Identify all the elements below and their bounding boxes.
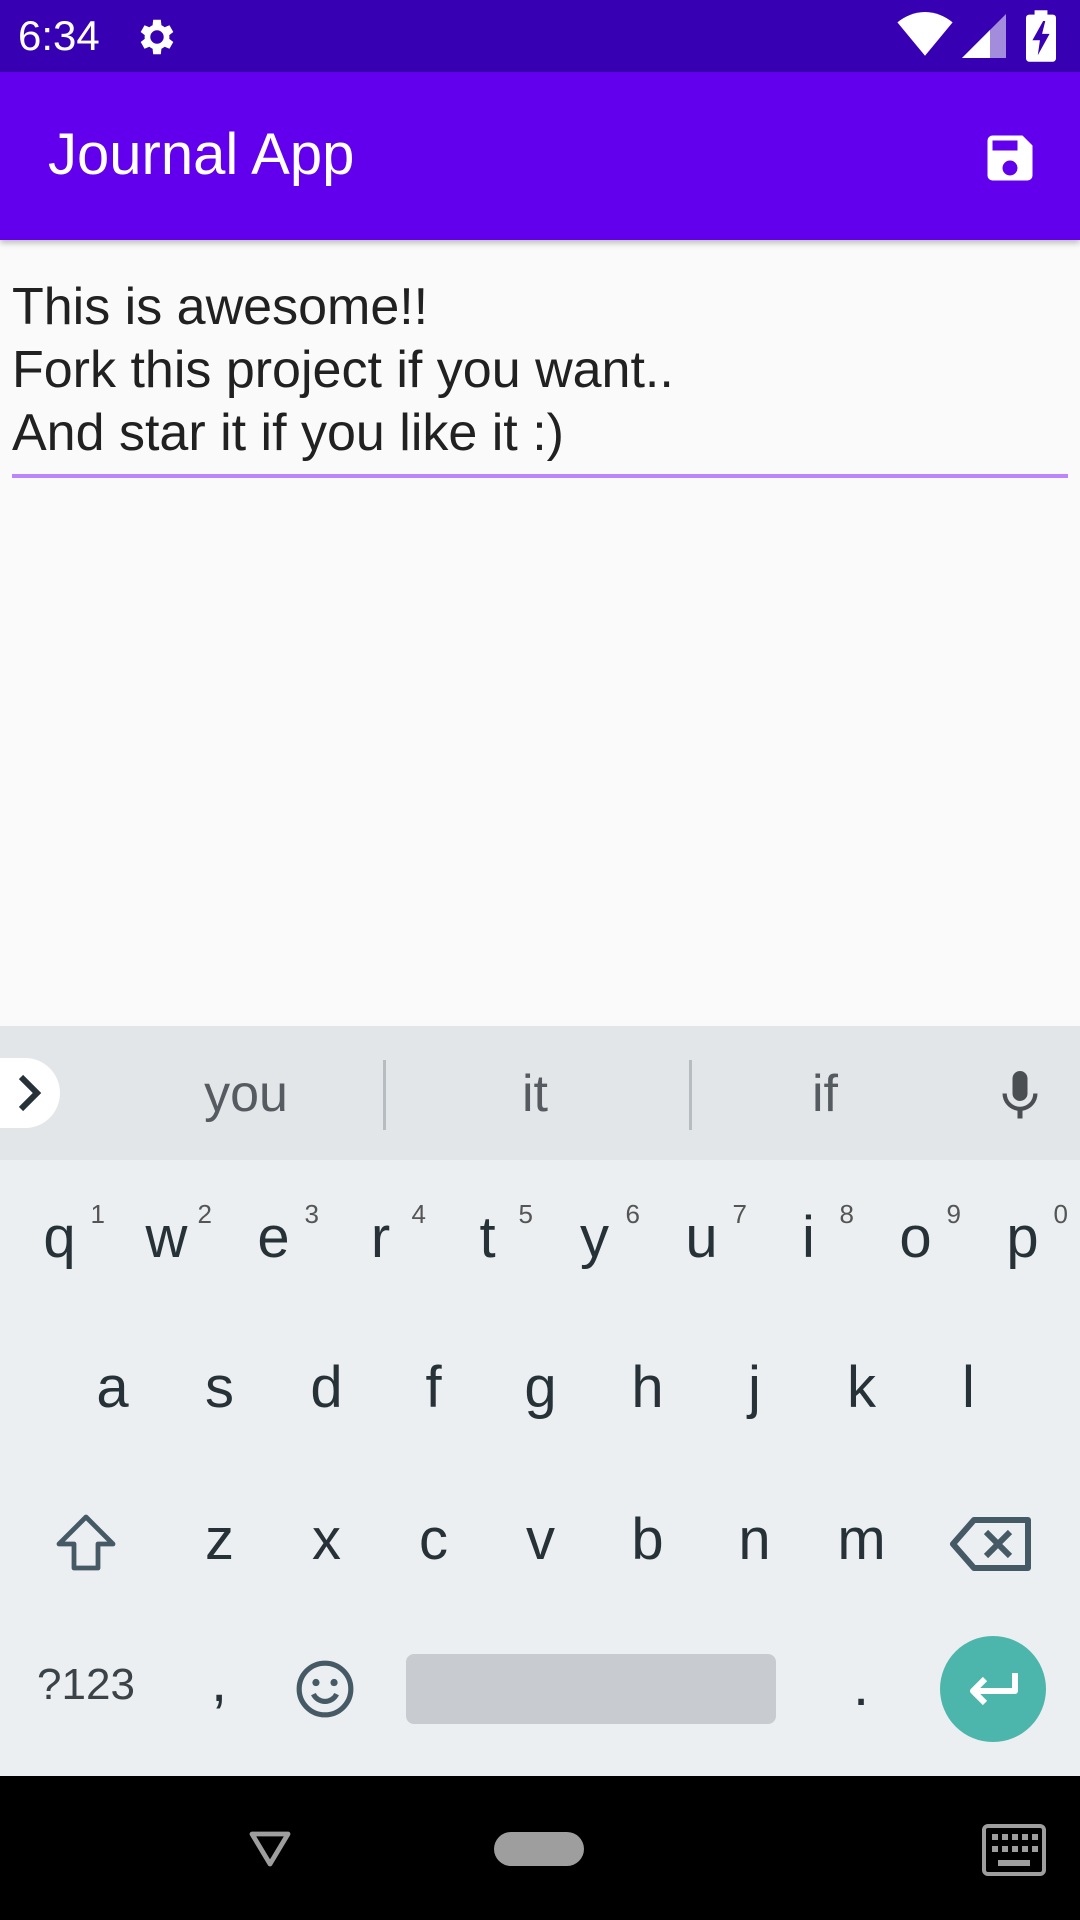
enter-icon <box>970 1673 1018 1706</box>
enter-button[interactable] <box>940 1636 1046 1742</box>
key-label: b <box>631 1507 664 1572</box>
suggestion-divider <box>383 1060 386 1130</box>
suggestion-bar: you it if <box>0 1026 1080 1160</box>
key-hint-number: 0 <box>1053 1199 1068 1229</box>
key-q[interactable]: q1 <box>6 1188 113 1288</box>
key-hint-number: 2 <box>197 1199 212 1229</box>
signal-icon <box>962 14 1006 58</box>
save-button[interactable] <box>970 118 1050 198</box>
status-time: 6:34 <box>18 12 100 59</box>
suggestion-1[interactable]: you <box>106 1064 386 1124</box>
key-c[interactable]: c <box>380 1490 487 1590</box>
comma-key[interactable]: , <box>196 1648 242 1715</box>
key-i[interactable]: i8 <box>755 1188 862 1288</box>
key-s[interactable]: s <box>166 1338 273 1438</box>
key-l[interactable]: l <box>915 1338 1022 1438</box>
key-v[interactable]: v <box>487 1490 594 1590</box>
key-label: f <box>425 1355 442 1420</box>
key-label: o <box>899 1205 932 1270</box>
key-hint-number: 6 <box>625 1199 640 1229</box>
key-u[interactable]: u7 <box>648 1188 755 1288</box>
key-label: k <box>847 1355 876 1420</box>
key-label: j <box>748 1355 761 1420</box>
period-key[interactable]: . <box>838 1652 884 1719</box>
key-hint-number: 1 <box>90 1199 105 1229</box>
key-hint-number: 5 <box>518 1199 533 1229</box>
journal-text-field[interactable]: This is awesome!! Fork this project if y… <box>12 276 1068 478</box>
battery-charging-icon <box>1026 10 1056 62</box>
key-label: i <box>802 1205 815 1270</box>
key-x[interactable]: x <box>273 1490 380 1590</box>
key-hint-number: 9 <box>946 1199 961 1229</box>
keyboard-switch-icon[interactable] <box>982 1824 1046 1876</box>
chevron-right-icon <box>18 1074 42 1112</box>
expand-toolbar-button[interactable] <box>0 1058 60 1128</box>
key-z[interactable]: z <box>166 1490 273 1590</box>
key-hint-number: 8 <box>839 1199 854 1229</box>
key-label: g <box>524 1355 557 1420</box>
key-label: d <box>310 1355 343 1420</box>
key-label: m <box>837 1507 886 1572</box>
key-label: v <box>526 1507 555 1572</box>
shift-icon[interactable] <box>50 1508 122 1580</box>
key-label: z <box>205 1507 234 1572</box>
key-m[interactable]: m <box>808 1490 915 1590</box>
key-label: p <box>1006 1205 1039 1270</box>
key-g[interactable]: g <box>487 1338 594 1438</box>
gear-icon <box>140 19 174 55</box>
key-label: q <box>43 1205 76 1270</box>
key-label: s <box>205 1355 234 1420</box>
key-label: x <box>312 1507 341 1572</box>
navigation-bar <box>0 1776 1080 1920</box>
key-label: n <box>738 1507 771 1572</box>
key-b[interactable]: b <box>594 1490 701 1590</box>
key-a[interactable]: a <box>59 1338 166 1438</box>
status-bar: 6:34 <box>0 0 1080 72</box>
emoji-icon[interactable] <box>294 1658 356 1720</box>
key-n[interactable]: n <box>701 1490 808 1590</box>
key-p[interactable]: p0 <box>969 1188 1076 1288</box>
suggestion-3[interactable]: if <box>685 1064 965 1124</box>
save-icon <box>987 135 1033 181</box>
key-label: c <box>419 1507 448 1572</box>
text-field-underline <box>12 474 1068 478</box>
key-label: h <box>631 1355 664 1420</box>
back-triangle-icon[interactable] <box>246 1824 294 1872</box>
key-label: w <box>145 1205 188 1270</box>
key-label: e <box>257 1205 290 1270</box>
key-k[interactable]: k <box>808 1338 915 1438</box>
suggestion-2[interactable]: it <box>395 1064 675 1124</box>
key-r[interactable]: r4 <box>327 1188 434 1288</box>
key-hint-number: 7 <box>732 1199 747 1229</box>
backspace-icon[interactable] <box>950 1508 1034 1580</box>
wifi-icon <box>897 12 953 56</box>
key-h[interactable]: h <box>594 1338 701 1438</box>
space-bar[interactable] <box>406 1654 776 1724</box>
microphone-icon[interactable] <box>990 1066 1050 1126</box>
key-t[interactable]: t5 <box>434 1188 541 1288</box>
key-y[interactable]: y6 <box>541 1188 648 1288</box>
key-label: u <box>685 1205 718 1270</box>
key-label: a <box>96 1355 129 1420</box>
key-label: t <box>479 1205 496 1270</box>
app-bar: Journal App <box>0 72 1080 240</box>
key-label: y <box>580 1205 609 1270</box>
key-o[interactable]: o9 <box>862 1188 969 1288</box>
key-f[interactable]: f <box>380 1338 487 1438</box>
key-d[interactable]: d <box>273 1338 380 1438</box>
key-hint-number: 3 <box>304 1199 319 1229</box>
app-title: Journal App <box>48 122 355 187</box>
key-label: r <box>370 1205 391 1270</box>
key-hint-number: 4 <box>411 1199 426 1229</box>
symbols-key[interactable]: ?123 <box>22 1660 150 1710</box>
home-pill-button[interactable] <box>494 1832 584 1866</box>
journal-text-content[interactable]: This is awesome!! Fork this project if y… <box>12 276 1068 465</box>
key-w[interactable]: w2 <box>113 1188 220 1288</box>
key-e[interactable]: e3 <box>220 1188 327 1288</box>
key-label: l <box>962 1355 975 1420</box>
key-j[interactable]: j <box>701 1338 808 1438</box>
